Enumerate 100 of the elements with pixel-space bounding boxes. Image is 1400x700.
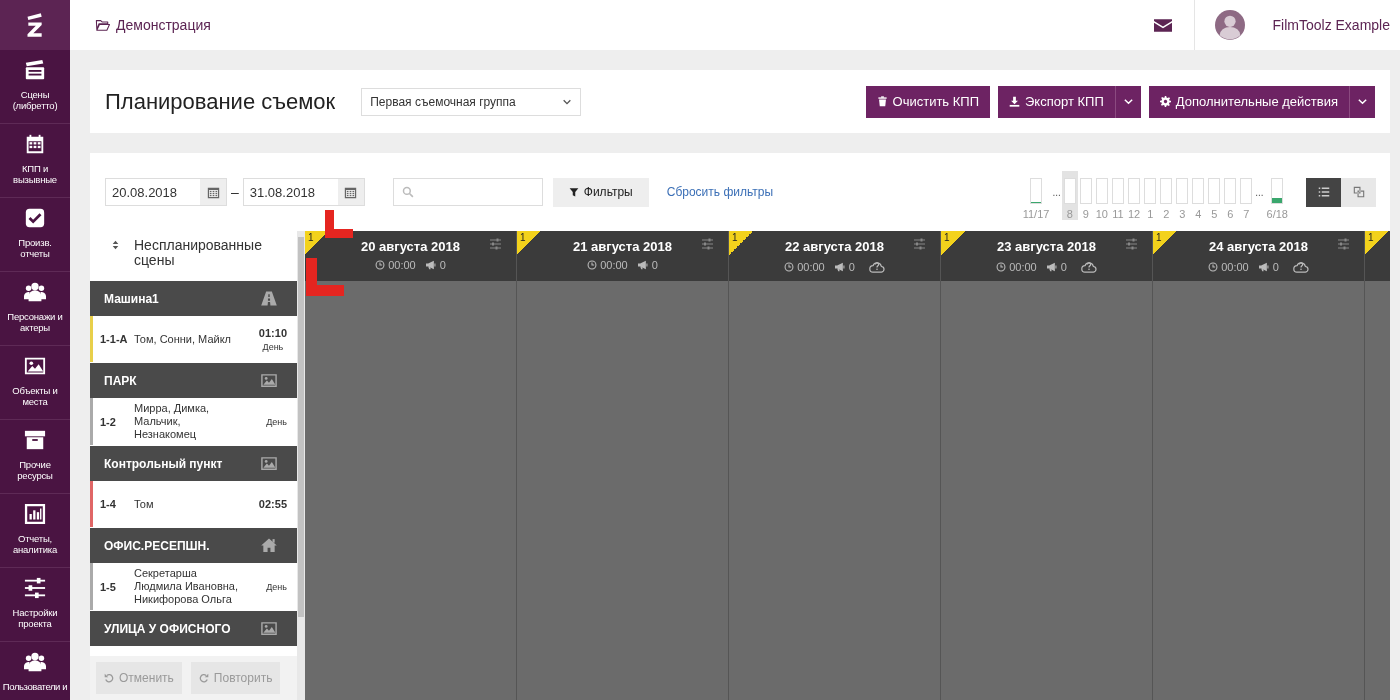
image-icon [259,455,279,472]
scene-characters: Том [134,497,155,511]
day-count: 0 [439,259,446,271]
gear-icon [1159,96,1171,107]
group-name: Контрольный пункт [104,456,223,471]
group-name: Машина1 [104,291,159,306]
calendar-button[interactable] [337,179,364,205]
day-header[interactable]: 1 21 августа 2018 00:00 0 [517,231,728,281]
ellipsis: ... [1052,186,1061,198]
sort-icon[interactable] [112,240,119,250]
image-icon [259,620,279,637]
level-track [1192,178,1205,204]
date-field[interactable]: 20.08.2018 [105,178,227,206]
filter-icon [568,187,579,197]
user-name-link[interactable]: FilmToolz Example [1272,17,1390,33]
date-field[interactable]: 31.08.2018 [242,178,365,206]
breadcrumb-link[interactable]: Демонстрация [95,17,211,33]
copy-icon [1352,186,1365,198]
level-track [1208,178,1221,204]
group-name: ПАРК [104,373,137,388]
calendar-icon [24,133,46,155]
level-track [1224,178,1237,204]
day-count: 0 [1060,260,1067,273]
panel-title: Неспланированные сцены [134,238,263,268]
day-title: 24 августа 2018 [1209,239,1308,254]
view-toggle-button[interactable] [1306,177,1341,207]
scene-characters: Мирра, Димка, Мальчик, Незнакомец [134,402,211,441]
clock-icon [587,260,598,270]
count-badge: 1 [517,231,541,255]
day-time: 00:00 [388,259,416,271]
group-name: ОФИС.РЕСЕПШН. [104,538,210,553]
caret-icon [1357,96,1368,107]
day-count: 0 [651,259,658,271]
house-icon [259,537,279,554]
checkbox-icon [24,207,46,229]
view-toggle-button[interactable] [1341,177,1376,207]
clapperboard-icon [24,59,46,81]
dropdown-button[interactable] [1350,85,1375,118]
day-header[interactable]: 1 22 августа 2018 00:00 0 [729,231,940,281]
level-track [1176,178,1189,204]
reset-filters-link[interactable]: Сбросить фильтры [666,185,774,199]
scene-number: 1-2 [100,415,117,428]
group-name: УЛИЦА У ОФИСНОГО [104,621,231,636]
day-count: 0 [1272,260,1279,273]
clock-icon [784,261,795,272]
clock-icon [375,260,386,270]
calendar-icon [344,185,358,199]
crew-select[interactable]: Первая съемочная группа [361,87,582,116]
avatar-icon[interactable] [1214,10,1245,40]
trash-icon [876,96,888,107]
filters-button[interactable]: Фильтры [552,177,649,207]
day-title: 22 августа 2018 [785,239,884,254]
page-title: Планирование съемок [105,88,336,115]
search-field[interactable] [392,178,543,206]
list-icon [1317,186,1330,198]
scrollbar[interactable] [297,231,305,700]
day-title: 23 августа 2018 [997,239,1096,254]
users-icon [24,651,46,673]
envelope-icon[interactable] [1153,17,1172,33]
dropdown-button[interactable] [1115,85,1141,118]
scene-characters: Секретарша Людмила Ивановна, Никифорова Ольга [134,567,239,606]
megaphone-icon [424,260,437,270]
count-badge: 1 [1153,231,1177,255]
level-track [1128,178,1141,204]
image-icon [24,355,46,377]
bar-chart-icon [24,503,46,525]
level-track [1160,178,1173,204]
day-header[interactable]: 1 24 августа 2018 00:00 0 [1153,231,1364,281]
scene-characters: Том, Сонни, Майкл [134,332,233,346]
scene-number: 1-1-A [100,333,129,345]
folder-icon [95,18,110,32]
sliders-icon[interactable] [489,238,502,250]
count-badge: 1 [1365,231,1389,255]
action-button[interactable]: Очистить КПП [865,85,990,118]
calendar-icon [206,185,220,199]
sliders-icon[interactable] [913,238,926,250]
clock-icon [1208,261,1219,272]
road-icon [259,290,279,307]
sliders-icon[interactable] [1125,238,1138,250]
scrollbar-thumb[interactable] [298,237,304,617]
level-track [1112,178,1124,204]
calendar-button[interactable] [200,179,226,205]
level-track [1079,178,1092,204]
day-header[interactable]: 1 20 августа 2018 00:00 0 [305,231,516,281]
day-title: 21 августа 2018 [573,239,672,254]
action-button[interactable]: Экспорт КПП [998,85,1116,118]
logo-icon[interactable] [25,12,45,38]
day-header[interactable]: 1 [1365,231,1390,281]
sliders-icon[interactable] [1337,238,1350,250]
day-time: 00:00 [1009,260,1037,273]
action-button[interactable]: Дополнительные действия [1148,85,1350,118]
caret-icon [1122,96,1134,107]
archive-box-icon [24,429,46,451]
image-icon [259,372,279,389]
day-time: 00:00 [600,259,628,271]
clock-icon [996,261,1007,272]
megaphone-icon [1257,261,1270,272]
sliders-icon[interactable] [701,238,714,250]
level-track [1240,178,1253,204]
day-header[interactable]: 1 23 августа 2018 00:00 0 [941,231,1152,281]
